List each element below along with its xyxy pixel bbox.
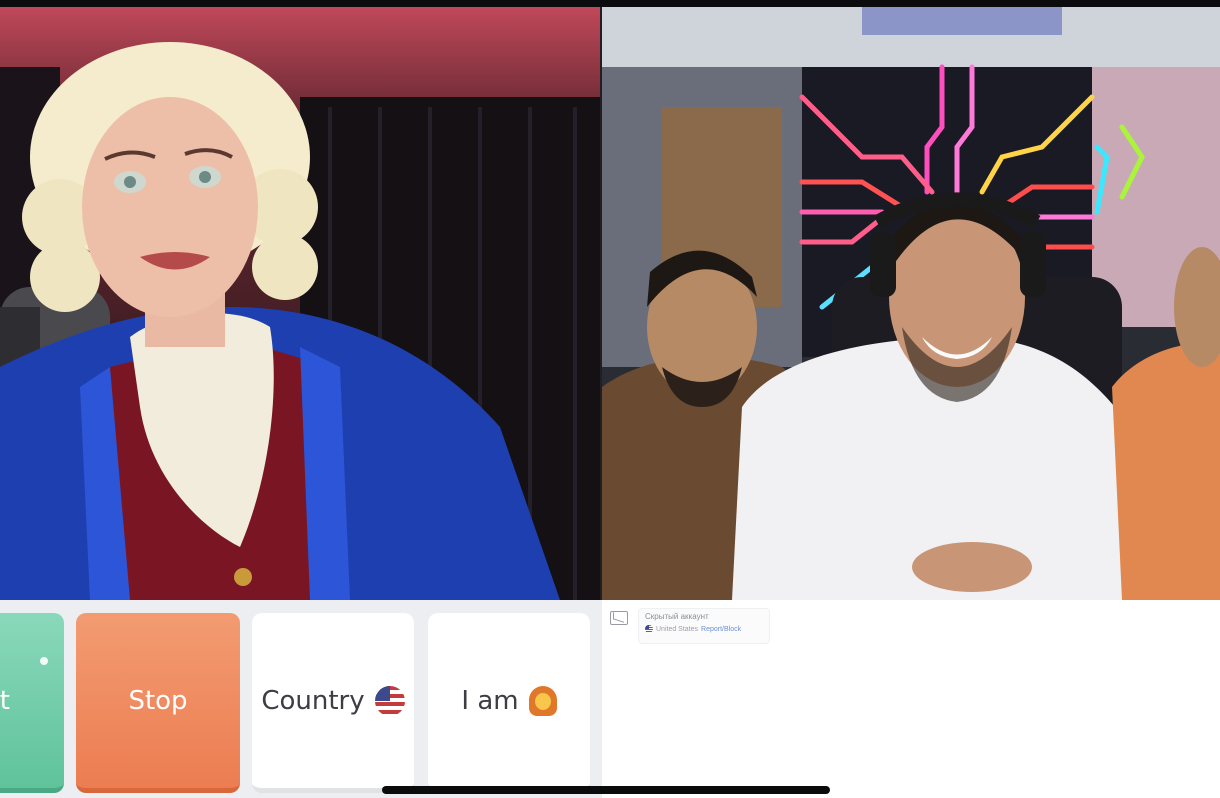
start-button-label: t xyxy=(0,685,10,716)
gender-select-button[interactable]: I am xyxy=(428,613,590,793)
woman-emoji-icon xyxy=(528,685,557,716)
start-button[interactable]: t xyxy=(0,613,64,793)
report-link[interactable]: Report/Block xyxy=(701,626,741,633)
message-icon[interactable] xyxy=(610,611,628,625)
partner-video-feed xyxy=(602,7,1220,600)
chat-panel: Скрытый аккаунт United States Report/Blo… xyxy=(602,600,1220,798)
us-flag-icon xyxy=(645,625,653,633)
partner-location: United States xyxy=(656,625,699,633)
country-filter-button[interactable]: Country xyxy=(252,613,414,793)
partner-name: Скрытый аккаунт xyxy=(645,612,709,621)
home-indicator[interactable] xyxy=(382,786,830,794)
control-panel: t Stop Country I am xyxy=(0,600,602,798)
iam-button-label: I am xyxy=(461,685,519,716)
stop-button[interactable]: Stop xyxy=(76,613,240,793)
pointer-cursor xyxy=(40,657,48,665)
top-status-strip xyxy=(0,0,1220,7)
partner-info-card: Скрытый аккаунт United States Report/Blo… xyxy=(638,608,770,644)
local-video-feed xyxy=(0,7,600,600)
partner-location-row: United States Report/Block xyxy=(645,625,763,633)
country-button-label: Country xyxy=(261,685,365,716)
us-flag-icon xyxy=(374,685,405,716)
stop-button-label: Stop xyxy=(128,685,188,716)
